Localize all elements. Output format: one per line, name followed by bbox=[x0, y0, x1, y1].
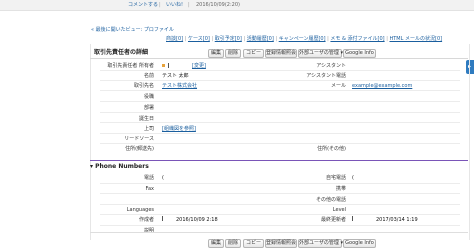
email-link[interactable]: example@example.com bbox=[352, 83, 412, 89]
copy-button[interactable]: コピー bbox=[243, 49, 264, 58]
comment-link[interactable]: コメントする bbox=[128, 2, 158, 8]
department-label: 部署 bbox=[143, 105, 154, 111]
back-to-last-view-link[interactable]: « 最後に開いたビュー: プロファイル bbox=[91, 27, 174, 33]
like-link[interactable]: いいね! bbox=[166, 2, 183, 8]
divider bbox=[100, 80, 460, 81]
manage-external-user-button[interactable]: 外部ユーザの管理 ▾ bbox=[298, 49, 343, 58]
title-label: 役職 bbox=[143, 94, 154, 100]
modified-by-user-icon bbox=[352, 216, 353, 221]
divider bbox=[100, 122, 460, 123]
divider bbox=[90, 232, 468, 233]
owner-label: 取引先責任者 所有者 bbox=[107, 63, 154, 69]
languages-label: Languages bbox=[126, 207, 154, 213]
detail-title: 取引先責任者の詳細 bbox=[94, 49, 149, 56]
owner-flag-icon bbox=[162, 64, 165, 67]
edit-button[interactable]: 編集 bbox=[208, 49, 224, 58]
phone-label: 電話 bbox=[143, 175, 154, 181]
delete-button[interactable]: 削除 bbox=[225, 49, 241, 58]
divider bbox=[100, 214, 460, 215]
created-by-user-icon bbox=[162, 216, 163, 221]
related-link-campaign-history[interactable]: キャンペーン履歴[0] bbox=[279, 36, 326, 42]
owner-edit-icon bbox=[168, 63, 169, 68]
other-address-label: 住所(その他) bbox=[317, 146, 346, 152]
divider bbox=[100, 101, 460, 102]
related-link-notes-attachments[interactable]: メモ & 添付ファイル[0] bbox=[330, 36, 384, 42]
related-link-opportunities[interactable]: 商談[0] bbox=[166, 36, 183, 42]
account-name-label: 取引先名 bbox=[133, 83, 154, 89]
email-label: メール bbox=[330, 83, 346, 89]
org-chart-link[interactable]: [組織図を参照] bbox=[162, 126, 196, 132]
fax-label: Fax bbox=[145, 186, 154, 192]
phone-section-header[interactable]: ▾ Phone Numbers bbox=[90, 163, 149, 170]
assistant-phone-label: アシスタント電話 bbox=[306, 73, 346, 79]
separator: | bbox=[159, 2, 161, 8]
divider bbox=[100, 90, 460, 91]
reports-to-label: 上司 bbox=[143, 126, 154, 132]
section-divider bbox=[90, 160, 468, 161]
divider bbox=[100, 133, 460, 134]
enable-partner-button[interactable]: 登録情報照会 bbox=[265, 49, 297, 58]
assistant-label: アシスタント bbox=[316, 63, 346, 69]
mailing-address-label: 住所(郵送先) bbox=[125, 146, 154, 152]
divider bbox=[90, 58, 468, 59]
lead-source-label: リードソース bbox=[124, 136, 154, 142]
modified-date-value: 2017/03/14 1:19 bbox=[376, 217, 418, 223]
related-link-cases[interactable]: ケース[0] bbox=[188, 36, 210, 42]
created-date-value: 2016/10/09 2:18 bbox=[176, 217, 218, 223]
related-link-activity-history[interactable]: 活動履歴[0] bbox=[247, 36, 274, 42]
divider bbox=[100, 183, 460, 184]
divider bbox=[100, 225, 460, 226]
name-value: テスト 太郎 bbox=[162, 73, 189, 79]
divider bbox=[100, 193, 460, 194]
related-link-open-activities[interactable]: 取引予定[0] bbox=[215, 36, 242, 42]
divider bbox=[100, 204, 460, 205]
divider bbox=[100, 112, 460, 113]
divider bbox=[100, 70, 460, 71]
home-phone-value: ( bbox=[352, 175, 354, 181]
name-label: 名前 bbox=[143, 73, 154, 79]
related-link-html-email-status[interactable]: HTML メールの状況[0] bbox=[389, 36, 442, 42]
post-datetime: 2016/10/09(2:20) bbox=[196, 2, 240, 8]
description-label: 説明 bbox=[143, 228, 154, 234]
divider bbox=[100, 143, 460, 144]
other-phone-label: その他の電話 bbox=[315, 197, 346, 203]
last-modified-label: 最終更新者 bbox=[320, 217, 346, 223]
phone-value: ( bbox=[162, 175, 164, 181]
related-list-links: 商談[0] | ケース[0] | 取引予定[0] | 活動履歴[0] | キャン… bbox=[166, 36, 443, 42]
level-label: Level bbox=[332, 207, 346, 213]
owner-change-link[interactable]: [変更] bbox=[192, 63, 206, 69]
mobile-label: 携帯 bbox=[335, 186, 346, 192]
separator: | bbox=[188, 2, 190, 8]
created-by-label: 作成者 bbox=[138, 217, 154, 223]
account-name-link[interactable]: テスト株式会社 bbox=[162, 83, 197, 89]
home-phone-label: 自宅電話 bbox=[325, 175, 346, 181]
google-info-button[interactable]: Google Info bbox=[343, 49, 376, 58]
